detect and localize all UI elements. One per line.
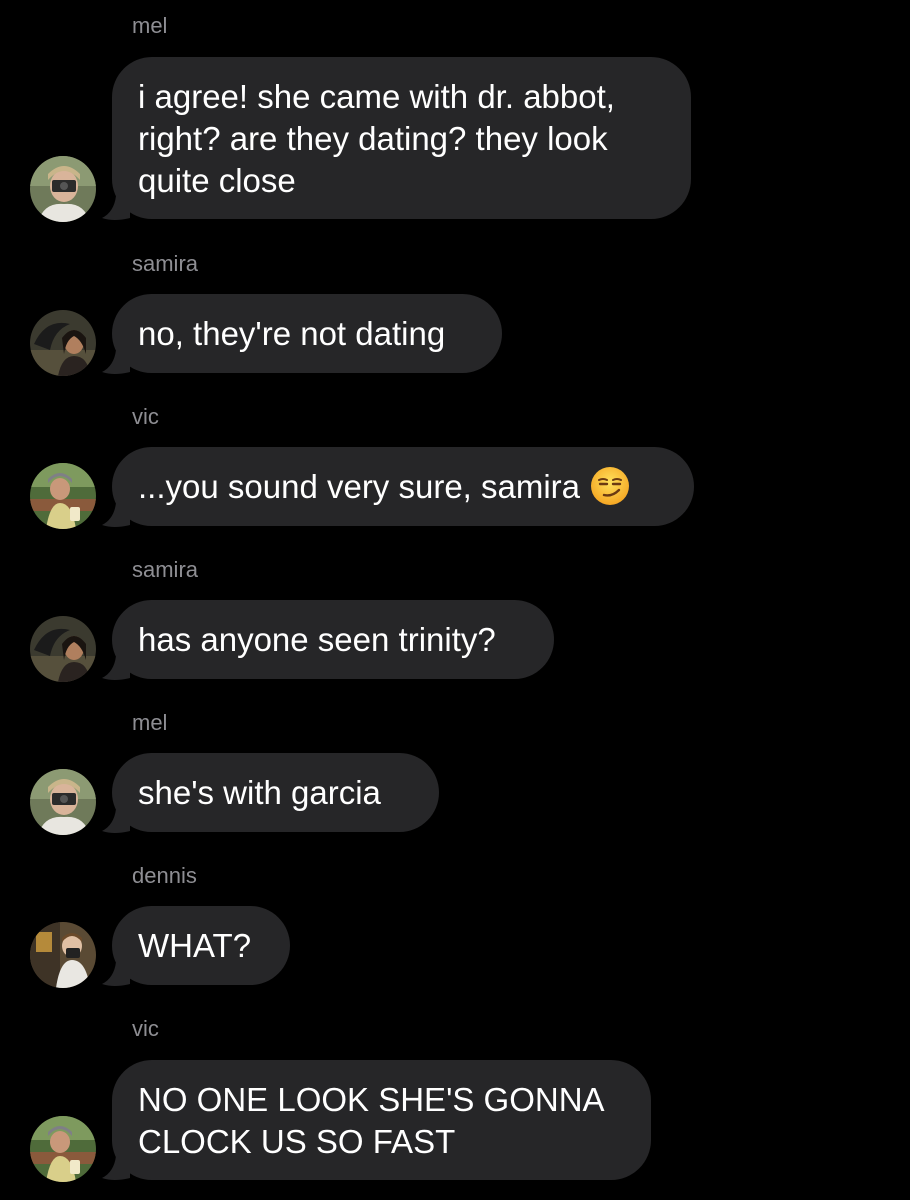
bubble-tail — [100, 962, 130, 988]
bubble-tail — [100, 503, 130, 529]
bubble-tail — [100, 196, 130, 222]
message-text: NO ONE LOOK SHE'S GONNA CLOCK US SO FAST — [138, 1081, 603, 1160]
avatar[interactable] — [30, 463, 96, 529]
avatar[interactable] — [30, 769, 96, 835]
sender-name: mel — [132, 710, 168, 735]
message-bubble[interactable]: has anyone seen trinity? — [112, 600, 554, 679]
avatar[interactable] — [30, 310, 96, 376]
sender-name: samira — [132, 251, 199, 276]
sender-name: dennis — [132, 863, 197, 888]
avatar[interactable] — [30, 922, 96, 988]
sender-name: mel — [132, 13, 168, 38]
message-bubble[interactable]: she's with garcia — [112, 753, 439, 832]
message-bubble[interactable]: i agree! she came with dr. abbot, right?… — [112, 57, 691, 219]
message-bubble[interactable]: NO ONE LOOK SHE'S GONNA CLOCK US SO FAST — [112, 1060, 651, 1180]
message-text: ...you sound very sure, samira — [138, 468, 581, 505]
avatar[interactable] — [30, 156, 96, 222]
bubble-tail — [100, 809, 130, 835]
message-text: has anyone seen trinity? — [138, 621, 496, 658]
bubble-tail — [100, 1156, 130, 1182]
message-text: WHAT? — [138, 927, 252, 964]
message-bubble[interactable]: WHAT? — [112, 906, 290, 985]
avatar[interactable] — [30, 616, 96, 682]
smirking-face-icon — [590, 466, 630, 506]
sender-name: vic — [132, 1016, 159, 1041]
bubble-tail — [100, 350, 130, 376]
bubble-tail — [100, 656, 130, 682]
message-bubble[interactable]: no, they're not dating — [112, 294, 502, 373]
message-text: i agree! she came with dr. abbot, right?… — [138, 78, 615, 199]
message-text: no, they're not dating — [138, 315, 446, 352]
message-bubble[interactable]: ...you sound very sure, samira — [112, 447, 694, 526]
sender-name: samira — [132, 557, 199, 582]
avatar[interactable] — [30, 1116, 96, 1182]
sender-name: vic — [132, 404, 159, 429]
message-text: she's with garcia — [138, 774, 381, 811]
